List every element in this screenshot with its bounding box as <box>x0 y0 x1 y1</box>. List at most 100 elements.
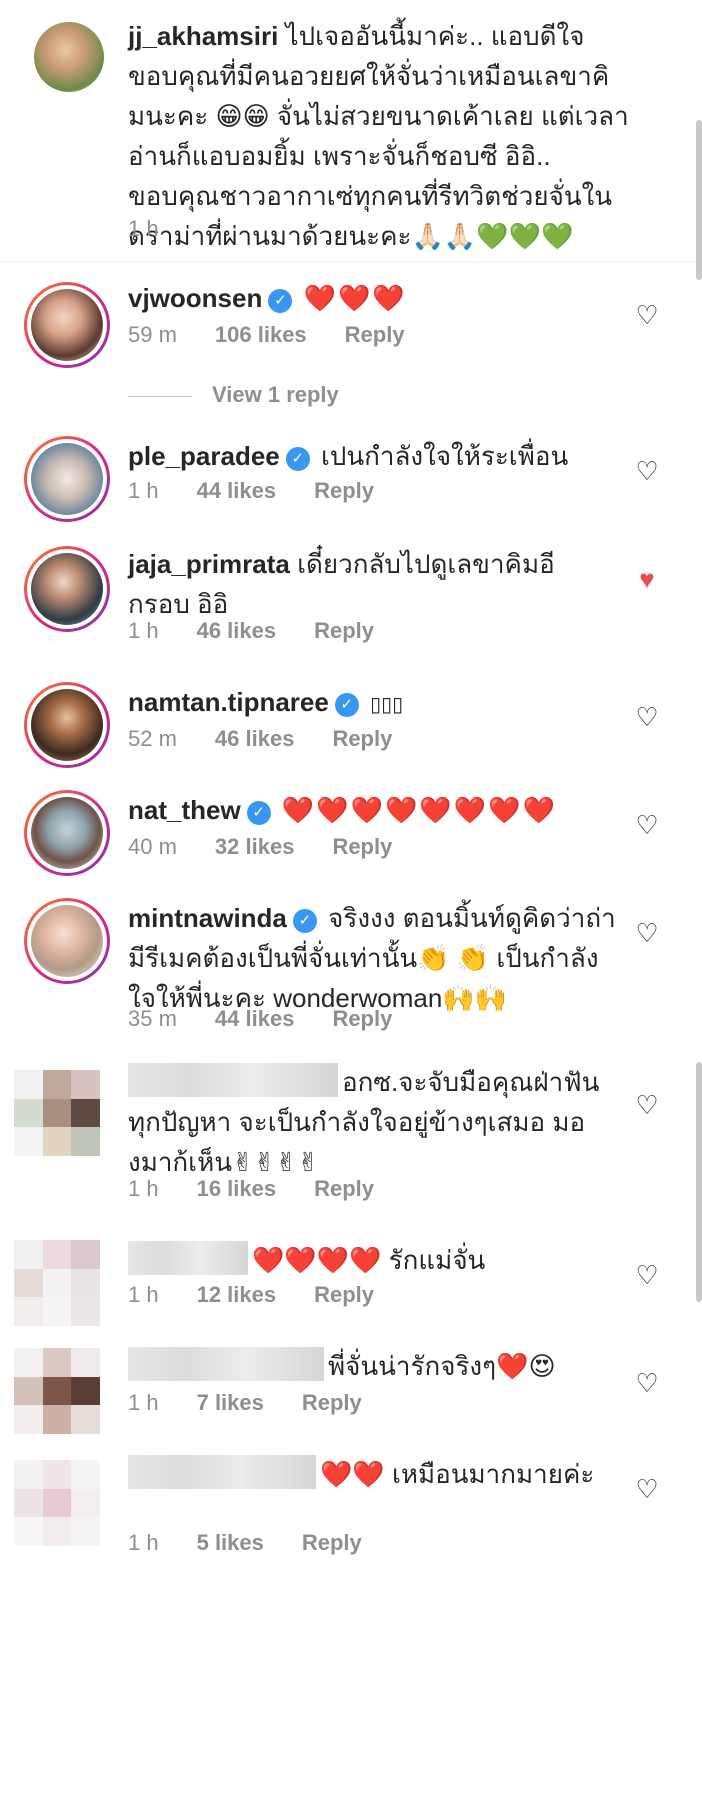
comment-text: ▯▯▯ <box>370 694 404 716</box>
avatar[interactable] <box>24 282 110 368</box>
comment-username[interactable]: jaja_primrata <box>128 549 290 579</box>
likes-count[interactable]: 44 likes <box>215 1006 295 1032</box>
reply-button[interactable]: Reply <box>302 1530 362 1556</box>
divider <box>0 262 702 263</box>
timestamp: 1 h <box>128 618 159 643</box>
timestamp: 1 h <box>128 1530 159 1555</box>
likes-count[interactable]: 12 likes <box>197 1282 277 1308</box>
view-replies-button[interactable]: View 1 reply <box>128 382 339 408</box>
caption-username[interactable]: jj_akhamsiri <box>128 21 278 51</box>
timestamp: 1 h <box>128 1282 159 1307</box>
comment-text: เปนกำลังใจให้ระเพื่อน <box>320 441 569 471</box>
verified-badge-icon: ✓ <box>246 801 271 825</box>
comment-text: ❤️❤️ เหมือนมากมายค่ะ <box>320 1459 595 1489</box>
reply-button[interactable]: Reply <box>314 618 374 644</box>
timestamp: 1 h <box>128 1390 159 1415</box>
heart-icon[interactable]: ♥ <box>634 566 660 592</box>
comment-body: mintnawinda ✓ จริงงง ตอนมิ้นท์ดูคิดว่าถ่า… <box>128 898 622 1018</box>
heart-icon[interactable]: ♡ <box>634 1092 660 1118</box>
timestamp: 59 m <box>128 322 177 347</box>
comment-body: พี่จั่นน่ารักจริงๆ❤️😍 <box>128 1346 622 1386</box>
avatar[interactable] <box>24 682 110 768</box>
comment-username[interactable]: ple_paradee <box>128 441 280 471</box>
timestamp: 1 h <box>128 1176 159 1201</box>
heart-icon[interactable]: ♡ <box>634 812 660 838</box>
reply-button[interactable]: Reply <box>332 834 392 860</box>
comment-text: ❤️❤️❤️ <box>303 283 407 313</box>
comment-body: nat_thew ✓ ❤️❤️❤️❤️❤️❤️❤️❤️ <box>128 790 622 830</box>
likes-count[interactable]: 106 likes <box>215 322 307 348</box>
avatar[interactable] <box>14 1460 100 1546</box>
comment-body: อกซ.จะจับมือคุณฝ่าฟันทุกปัญหา จะเป็นกำลั… <box>128 1062 622 1182</box>
avatar[interactable] <box>14 1348 100 1434</box>
comment-meta: 1 h 16 likes Reply <box>128 1176 412 1202</box>
heart-icon[interactable]: ♡ <box>634 1370 660 1396</box>
divider-line <box>128 395 192 397</box>
reply-button[interactable]: Reply <box>302 1390 362 1416</box>
scrollbar-top[interactable] <box>696 120 702 280</box>
comment-text: พี่จั่นน่ารักจริงๆ❤️😍 <box>328 1351 556 1381</box>
heart-icon[interactable]: ♡ <box>634 458 660 484</box>
reply-button[interactable]: Reply <box>314 478 374 504</box>
comment-text: ❤️❤️❤️❤️ รักแม่จั่น <box>252 1245 486 1275</box>
likes-count[interactable]: 46 likes <box>215 726 295 752</box>
likes-count[interactable]: 44 likes <box>197 478 277 504</box>
reply-button[interactable]: Reply <box>345 322 405 348</box>
heart-icon[interactable]: ♡ <box>634 1476 660 1502</box>
comment-body: vjwoonsen ✓ ❤️❤️❤️ <box>128 278 622 318</box>
comment-meta: 1 h 44 likes Reply <box>128 478 412 504</box>
verified-badge-icon: ✓ <box>292 909 317 933</box>
verified-badge-icon: ✓ <box>268 289 293 313</box>
avatar[interactable] <box>34 22 104 92</box>
avatar[interactable] <box>14 1240 100 1326</box>
caption-time: 1 h <box>128 216 197 242</box>
avatar[interactable] <box>14 1070 100 1156</box>
likes-count[interactable]: 16 likes <box>197 1176 277 1202</box>
timestamp: 1 h <box>128 478 159 503</box>
comment-meta: 59 m 106 likes Reply <box>128 322 443 348</box>
comment-meta: 1 h 5 likes Reply <box>128 1530 400 1556</box>
redacted-username <box>128 1241 248 1275</box>
timestamp: 40 m <box>128 834 177 859</box>
avatar[interactable] <box>24 898 110 984</box>
comment-body: jaja_primrata เดี๋ยวกลับไปดูเลขาคิมอีกรอ… <box>128 544 612 624</box>
comment-username[interactable]: namtan.tipnaree <box>128 687 329 717</box>
comment-meta: 1 h 12 likes Reply <box>128 1282 412 1308</box>
comment-username[interactable]: mintnawinda <box>128 903 287 933</box>
timestamp: 52 m <box>128 726 177 751</box>
avatar[interactable] <box>24 790 110 876</box>
heart-icon[interactable]: ♡ <box>634 920 660 946</box>
likes-count[interactable]: 32 likes <box>215 834 295 860</box>
comment-username[interactable]: nat_thew <box>128 795 241 825</box>
likes-count[interactable]: 7 likes <box>197 1390 264 1416</box>
likes-count[interactable]: 5 likes <box>197 1530 264 1556</box>
heart-icon[interactable]: ♡ <box>634 1262 660 1288</box>
heart-icon[interactable]: ♡ <box>634 704 660 730</box>
redacted-username <box>128 1347 324 1381</box>
reply-button[interactable]: Reply <box>332 726 392 752</box>
verified-badge-icon: ✓ <box>334 693 359 717</box>
timestamp: 35 m <box>128 1006 177 1031</box>
redacted-username <box>128 1063 338 1097</box>
comment-meta: 1 h 7 likes Reply <box>128 1390 400 1416</box>
heart-icon[interactable]: ♡ <box>634 302 660 328</box>
reply-button[interactable]: Reply <box>314 1282 374 1308</box>
caption-body: jj_akhamsiri ไปเจออันนี้มาค่ะ.. แอบดีใจ … <box>128 16 632 256</box>
view-replies-label: View 1 reply <box>212 382 339 407</box>
caption-text: ไปเจออันนี้มาค่ะ.. แอบดีใจ ขอบคุณที่มีคน… <box>128 21 629 251</box>
reply-button[interactable]: Reply <box>332 1006 392 1032</box>
comment-meta: 40 m 32 likes Reply <box>128 834 430 860</box>
comment-meta: 1 h 46 likes Reply <box>128 618 412 644</box>
reply-button[interactable]: Reply <box>314 1176 374 1202</box>
comment-meta: 35 m 44 likes Reply <box>128 1006 430 1032</box>
scrollbar[interactable] <box>696 1062 702 1302</box>
verified-badge-icon: ✓ <box>285 447 310 471</box>
comment-meta: 52 m 46 likes Reply <box>128 726 430 752</box>
timestamp: 1 h <box>128 216 159 241</box>
likes-count[interactable]: 46 likes <box>197 618 277 644</box>
comment-body: ❤️❤️❤️❤️ รักแม่จั่น <box>128 1240 622 1280</box>
comment-body: ❤️❤️ เหมือนมากมายค่ะ <box>128 1454 607 1494</box>
comment-username[interactable]: vjwoonsen <box>128 283 262 313</box>
avatar[interactable] <box>24 546 110 632</box>
avatar[interactable] <box>24 436 110 522</box>
